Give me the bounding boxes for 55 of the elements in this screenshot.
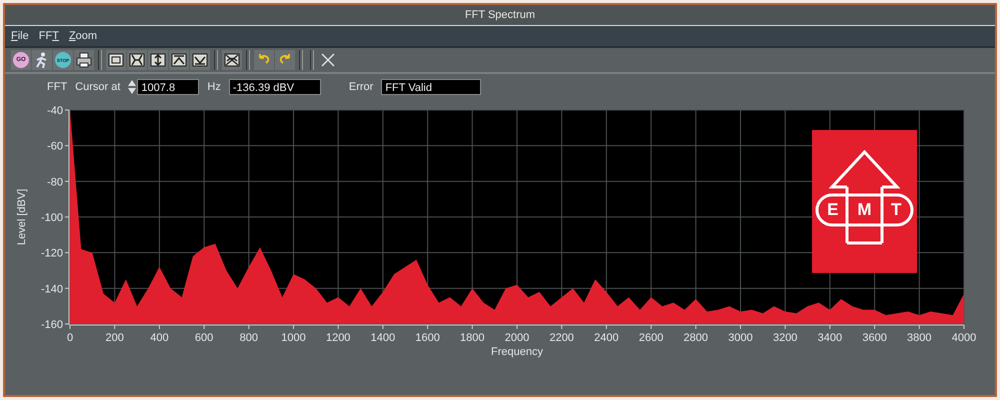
menu-item[interactable]: Zoom [68, 30, 98, 42]
zoom-up-icon[interactable] [169, 50, 189, 70]
running-figure-icon[interactable] [32, 50, 52, 70]
x-tick-label: 2600 [638, 332, 664, 344]
x-tick-label: 1600 [415, 332, 440, 344]
x-tick-label: 3600 [862, 332, 887, 344]
y-tick-label: -100 [40, 212, 63, 224]
x-tick-label: 800 [240, 332, 258, 344]
undo-icon[interactable] [254, 50, 274, 70]
x-tick-label: 3400 [818, 332, 842, 344]
error-label: Error [348, 81, 374, 93]
menu-item[interactable]: FFT [38, 30, 59, 42]
y-tick-label: -140 [40, 283, 63, 296]
cursor-label: Cursor at [75, 81, 120, 93]
x-tick-label: 2000 [504, 332, 530, 344]
x-tick-label: 1000 [281, 332, 306, 344]
zoom-x-icon[interactable] [127, 50, 147, 70]
spinner-arrows-icon[interactable] [128, 79, 136, 95]
redo-icon[interactable] [275, 50, 295, 70]
y-tick-label: -40 [47, 105, 63, 117]
x-tick-label: 2400 [594, 332, 619, 344]
x-tick-label: 1400 [370, 332, 396, 344]
menu-item[interactable]: File [11, 30, 29, 42]
y-tick-label: -160 [40, 319, 63, 331]
x-tick-label: 2200 [549, 332, 574, 344]
y-axis-title: Level [dBV] [16, 188, 28, 246]
window-title: FFT Spectrum [464, 9, 536, 21]
logo-letter: E [826, 200, 840, 220]
logo-letter: M [856, 200, 873, 220]
x-tick-label: 0 [66, 332, 74, 344]
y-tick-label: -120 [40, 248, 63, 260]
x-tick-label: 1200 [326, 332, 350, 344]
zoom-y-icon[interactable] [148, 50, 168, 70]
mode-label: FFT [47, 81, 68, 93]
unit-label: Hz [207, 81, 221, 93]
x-tick-label: 400 [150, 332, 169, 344]
x-tick-label: 3800 [907, 332, 932, 344]
zoom-fit-icon[interactable] [222, 50, 242, 70]
x-axis-title: Frequency [491, 346, 543, 358]
x-tick-label: 200 [106, 332, 124, 344]
y-tick-label: -60 [47, 140, 63, 153]
x-tick-label: 2800 [684, 332, 708, 344]
zoom-down-icon[interactable] [190, 50, 210, 70]
x-tick-label: 3000 [728, 332, 753, 344]
level-field: -136.39 dBV [228, 79, 321, 95]
zoom-box-icon[interactable] [106, 50, 126, 70]
error-field: FFT Valid [381, 79, 482, 95]
y-tick-label: -80 [47, 176, 63, 188]
frequency-field[interactable]: 1007.8 [137, 79, 200, 95]
x-tick-label: 1800 [460, 332, 485, 344]
print-icon[interactable] [74, 50, 94, 70]
x-tick-label: 4000 [952, 332, 976, 344]
x-tick-label: 600 [194, 332, 214, 344]
logo-letter: T [890, 200, 902, 220]
x-tick-label: 3200 [772, 332, 798, 344]
